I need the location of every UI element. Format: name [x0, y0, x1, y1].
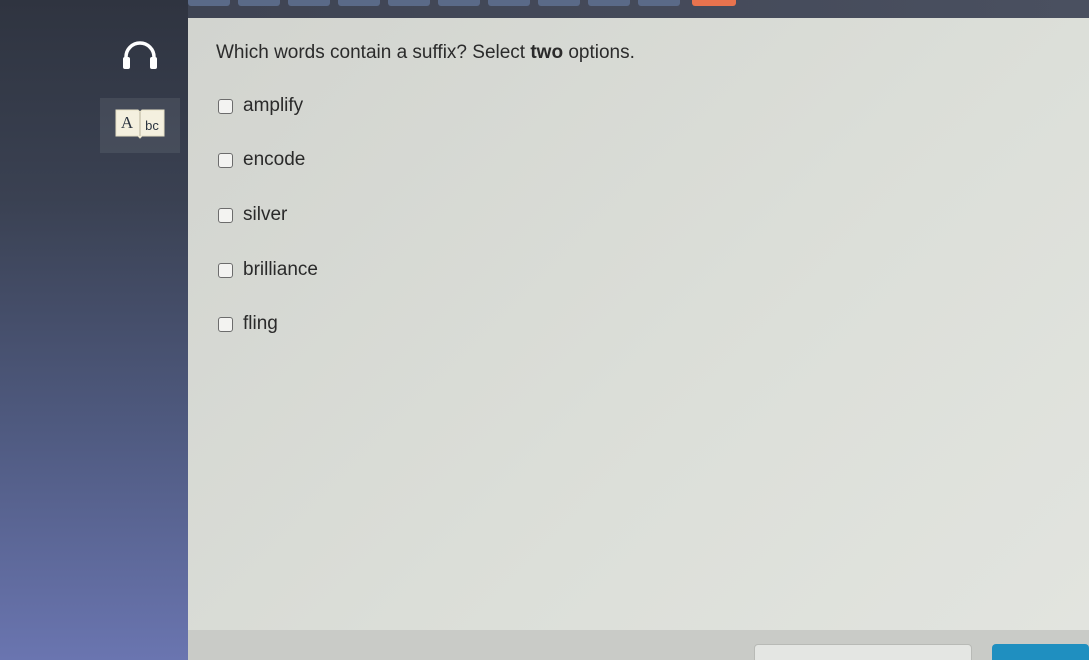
dictionary-glyph-big: A [121, 113, 134, 132]
previous-button[interactable] [754, 644, 972, 660]
option-silver[interactable]: silver [218, 204, 287, 226]
footer-bar [188, 630, 1089, 660]
progress-segment[interactable] [388, 0, 430, 6]
read-aloud-button[interactable] [100, 30, 180, 85]
option-checkbox[interactable] [218, 152, 233, 168]
dictionary-glyph-small: bc [145, 118, 159, 133]
progress-segment[interactable] [638, 0, 680, 6]
question-suffix: options. [563, 42, 635, 63]
progress-segment[interactable] [288, 0, 330, 6]
question-prompt: Which words contain a suffix? Select two… [216, 42, 635, 64]
option-amplify[interactable]: amplify [218, 95, 303, 117]
option-label: silver [243, 204, 288, 225]
progress-segment[interactable] [338, 0, 380, 6]
option-label: fling [243, 313, 278, 334]
option-brilliance[interactable]: brilliance [218, 259, 318, 281]
progress-segment-current[interactable] [692, 0, 736, 6]
dictionary-button[interactable]: A bc [100, 98, 180, 153]
option-label: amplify [243, 95, 304, 116]
question-emphasis: two [530, 42, 564, 63]
question-panel: Which words contain a suffix? Select two… [188, 18, 1089, 630]
progress-segment[interactable] [238, 0, 280, 6]
option-fling[interactable]: fling [218, 313, 278, 335]
option-label: encode [243, 149, 306, 170]
progress-segment[interactable] [538, 0, 580, 6]
option-encode[interactable]: encode [218, 149, 305, 171]
tool-rail: A bc [0, 0, 188, 660]
option-checkbox[interactable] [218, 98, 233, 114]
option-label: brilliance [243, 259, 318, 280]
next-button[interactable] [992, 644, 1089, 660]
question-prefix: Which words contain a suffix? Select [216, 42, 531, 63]
progress-segment[interactable] [438, 0, 480, 6]
headphones-icon [121, 39, 159, 76]
progress-segment[interactable] [588, 0, 630, 6]
option-checkbox[interactable] [218, 262, 233, 278]
progress-segment[interactable] [488, 0, 530, 6]
dictionary-icon: A bc [114, 106, 166, 145]
screen: A bc Which words contain a suffix? Selec… [0, 0, 1089, 660]
option-checkbox[interactable] [218, 316, 233, 332]
progress-segment[interactable] [188, 0, 230, 6]
option-checkbox[interactable] [218, 207, 233, 223]
